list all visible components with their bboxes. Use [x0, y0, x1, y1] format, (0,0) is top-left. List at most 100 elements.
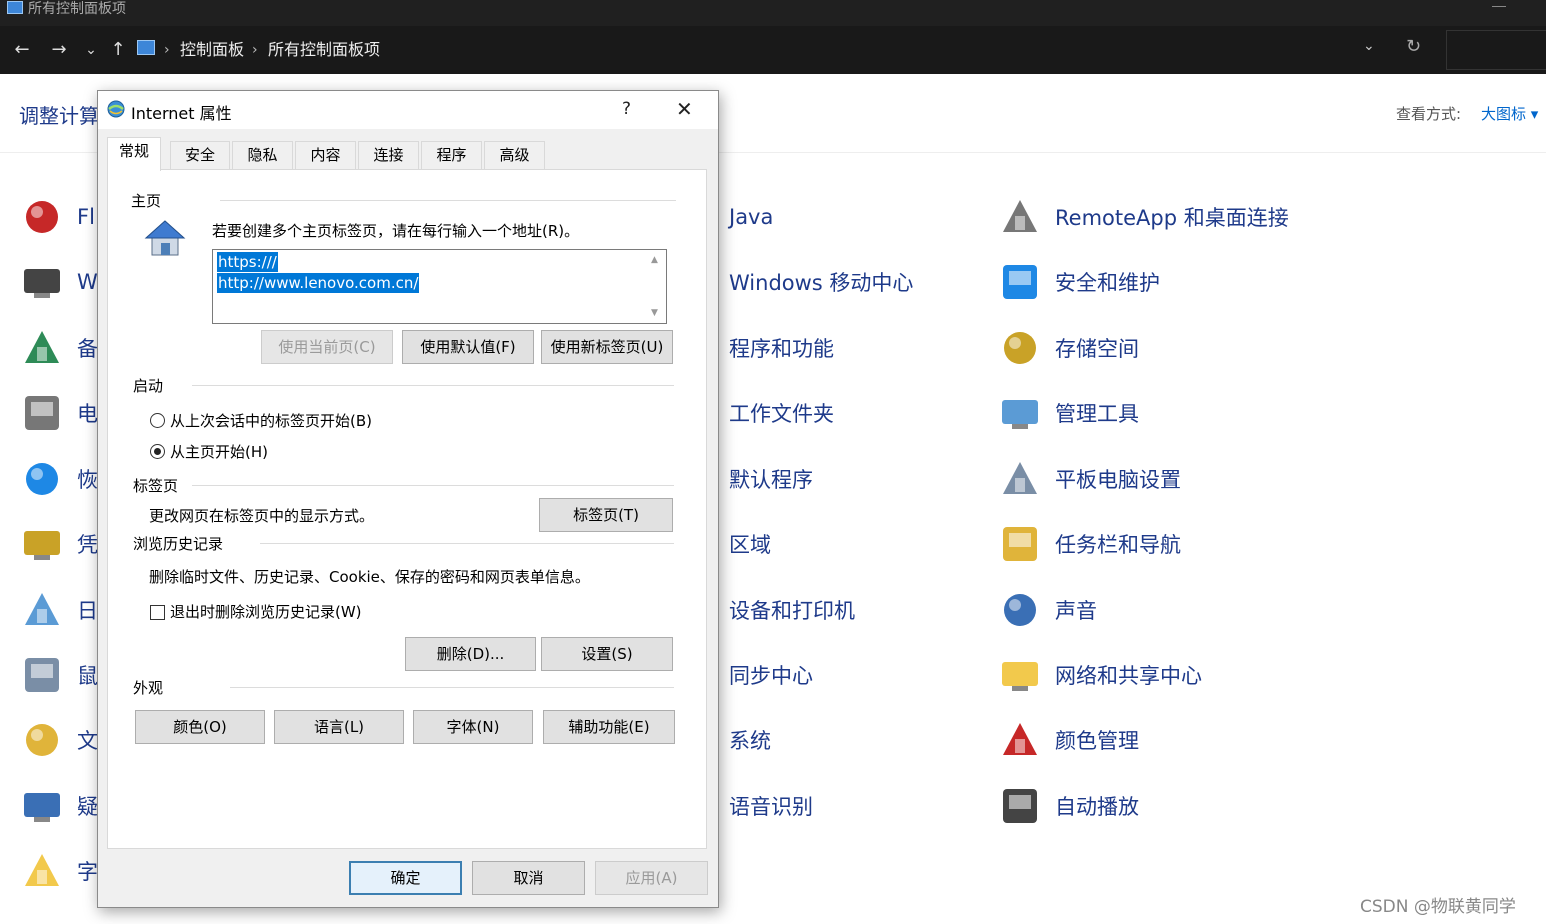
cp-item[interactable]: 日 — [19, 585, 98, 635]
cp-applet-icon — [19, 325, 65, 371]
tab-content[interactable]: 内容 — [295, 141, 356, 169]
cp-item-label: 平板电脑设置 — [1055, 468, 1181, 492]
cp-item-label: Windows 移动中心 — [729, 271, 914, 295]
fonts-button[interactable]: 字体(N) — [413, 710, 533, 744]
tab-security[interactable]: 安全 — [170, 141, 230, 169]
breadcrumb-control-panel[interactable]: 控制面板 — [180, 40, 244, 60]
cp-item[interactable]: 鼠 — [19, 650, 98, 700]
forward-icon[interactable]: → — [47, 38, 71, 62]
cp-item-label: 安全和维护 — [1055, 271, 1160, 295]
tabs-section-title: 标签页 — [133, 477, 179, 495]
cp-item[interactable]: 凭 — [19, 519, 98, 569]
cp-item[interactable]: 声音 — [997, 585, 1097, 635]
view-by-label: 查看方式: — [1396, 105, 1462, 123]
window-titlebar: 所有控制面板项 — [0, 0, 1546, 26]
apply-button[interactable]: 应用(A) — [595, 861, 708, 895]
cp-item[interactable]: 同步中心 — [729, 650, 813, 700]
window-title: 所有控制面板项 — [28, 1, 126, 17]
help-button[interactable]: ? — [622, 99, 631, 119]
cp-item-label: 区域 — [729, 533, 771, 557]
cp-item-label: 工作文件夹 — [729, 402, 834, 426]
address-field[interactable]: › 控制面板 › 所有控制面板项 — [132, 30, 1438, 70]
cp-item-label: 字 — [77, 860, 98, 884]
cp-item[interactable]: 设备和打印机 — [729, 585, 855, 635]
cp-applet-icon — [997, 325, 1043, 371]
watermark: CSDN @物联黄同学 — [1360, 897, 1516, 917]
back-icon[interactable]: ← — [10, 38, 34, 62]
cp-item[interactable]: 平板电脑设置 — [997, 454, 1181, 504]
accessibility-button[interactable]: 辅助功能(E) — [543, 710, 675, 744]
cp-item[interactable]: 程序和功能 — [729, 323, 834, 373]
cp-item[interactable]: Fl — [19, 192, 95, 242]
divider — [192, 385, 674, 386]
cp-item[interactable]: 疑 — [19, 781, 98, 831]
divider — [192, 485, 674, 486]
cp-item[interactable]: Java — [729, 192, 773, 242]
cp-item[interactable]: 备 — [19, 323, 98, 373]
cp-item[interactable]: 文 — [19, 715, 98, 765]
ok-button[interactable]: 确定 — [349, 861, 462, 895]
tabs-settings-button[interactable]: 标签页(T) — [539, 498, 673, 532]
use-current-button[interactable]: 使用当前页(C) — [261, 330, 393, 364]
colors-button[interactable]: 颜色(O) — [135, 710, 265, 744]
cp-item-label: 系统 — [729, 729, 771, 753]
cp-item[interactable]: 工作文件夹 — [729, 388, 834, 438]
scroll-up-icon[interactable]: ▲ — [651, 255, 658, 265]
radio-homepage-label[interactable]: 从主页开始(H) — [170, 441, 268, 462]
close-button[interactable]: ✕ — [676, 97, 693, 121]
cp-item[interactable]: 区域 — [729, 519, 771, 569]
breadcrumb-all-items[interactable]: 所有控制面板项 — [268, 40, 380, 60]
cp-item[interactable]: 网络和共享中心 — [997, 650, 1202, 700]
refresh-icon[interactable]: ↻ — [1406, 36, 1421, 57]
cp-applet-icon — [19, 783, 65, 829]
tab-programs[interactable]: 程序 — [421, 141, 482, 169]
cancel-button[interactable]: 取消 — [472, 861, 585, 895]
homepage-urls-textarea[interactable]: https:/// http://www.lenovo.com.cn/ ▲ ▼ — [212, 249, 667, 324]
recent-locations-icon[interactable]: ⌄ — [79, 38, 103, 62]
cp-item[interactable]: RemoteApp 和桌面连接 — [997, 192, 1289, 242]
radio-last-session[interactable] — [150, 413, 165, 428]
tab-general[interactable]: 常规 — [107, 137, 161, 171]
cp-item[interactable]: 字 — [19, 846, 98, 896]
cp-item[interactable]: W — [19, 257, 98, 307]
cp-item[interactable]: 语音识别 — [729, 781, 813, 831]
radio-homepage[interactable] — [150, 444, 165, 459]
delete-on-exit-checkbox[interactable] — [150, 605, 165, 620]
control-panel-icon — [137, 40, 155, 55]
cp-item[interactable]: 恢 — [19, 454, 98, 504]
tabs-description: 更改网页在标签页中的显示方式。 — [149, 507, 375, 525]
cp-applet-icon — [997, 390, 1043, 436]
cp-item[interactable]: 存储空间 — [997, 323, 1139, 373]
tab-privacy[interactable]: 隐私 — [232, 141, 293, 169]
languages-button[interactable]: 语言(L) — [274, 710, 404, 744]
cp-item[interactable]: 任务栏和导航 — [997, 519, 1181, 569]
use-new-tab-button[interactable]: 使用新标签页(U) — [541, 330, 673, 364]
tab-connections[interactable]: 连接 — [358, 141, 419, 169]
search-input[interactable] — [1446, 30, 1546, 70]
scrollbar[interactable]: ▲ ▼ — [648, 251, 665, 322]
tab-advanced[interactable]: 高级 — [484, 141, 545, 169]
scroll-down-icon[interactable]: ▼ — [651, 308, 658, 318]
cp-item[interactable]: 默认程序 — [729, 454, 813, 504]
cp-applet-icon — [997, 783, 1043, 829]
use-default-button[interactable]: 使用默认值(F) — [402, 330, 534, 364]
cp-item[interactable]: Windows 移动中心 — [729, 257, 913, 307]
cp-item-label: 管理工具 — [1055, 402, 1139, 426]
view-by-dropdown[interactable]: 大图标 ▾ — [1481, 103, 1538, 124]
cp-item[interactable]: 安全和维护 — [997, 257, 1160, 307]
homepage-url: https:/// — [217, 252, 278, 272]
radio-last-session-label[interactable]: 从上次会话中的标签页开始(B) — [170, 410, 372, 431]
cp-item[interactable]: 颜色管理 — [997, 715, 1139, 765]
address-dropdown-icon[interactable]: ⌄ — [1363, 38, 1375, 54]
cp-item[interactable]: 管理工具 — [997, 388, 1139, 438]
breadcrumb-separator: › — [164, 42, 170, 58]
cp-item-label: 备 — [77, 337, 98, 361]
delete-history-button[interactable]: 删除(D)... — [405, 637, 536, 671]
up-icon[interactable]: ↑ — [106, 38, 130, 62]
cp-item[interactable]: 系统 — [729, 715, 771, 765]
minimize-icon[interactable] — [1492, 6, 1506, 7]
cp-item[interactable]: 自动播放 — [997, 781, 1139, 831]
delete-on-exit-label[interactable]: 退出时删除浏览历史记录(W) — [170, 601, 362, 622]
history-settings-button[interactable]: 设置(S) — [541, 637, 673, 671]
cp-item[interactable]: 电 — [19, 388, 98, 438]
